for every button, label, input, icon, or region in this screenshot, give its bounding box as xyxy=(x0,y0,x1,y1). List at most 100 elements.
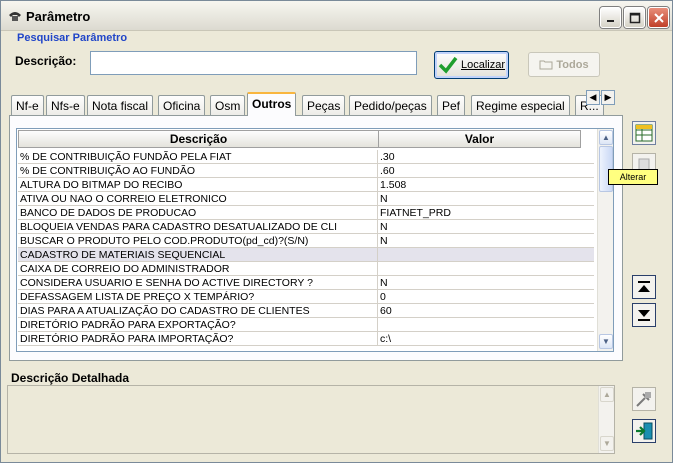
cell-valor: .30 xyxy=(380,151,395,163)
arrow-up-icon: ▲ xyxy=(603,390,611,399)
tab-regime-especial[interactable]: Regime especial xyxy=(471,95,570,116)
cell-descricao: % DE CONTRIBUIÇÃO AO FUNDÃO xyxy=(20,165,196,177)
column-separator xyxy=(377,262,378,276)
move-up-button[interactable] xyxy=(632,275,656,299)
arrow-down-icon: ▼ xyxy=(603,439,611,448)
column-separator xyxy=(377,220,378,234)
tab-nf-e[interactable]: Nf-e xyxy=(11,95,44,116)
tab-strip: Nf-e Nfs-e Nota fiscal Oficina Osm Outro… xyxy=(11,92,616,116)
maximize-icon xyxy=(629,12,640,23)
tab-label: Nota fiscal xyxy=(92,99,149,113)
table-row[interactable]: CAIXA DE CORREIO DO ADMINISTRADOR xyxy=(18,262,594,276)
memo-scroll-up-button[interactable]: ▲ xyxy=(600,387,614,402)
tab-scroll-right-button[interactable]: ▶ xyxy=(601,90,615,105)
table-row[interactable]: DIRETÓRIO PADRÃO PARA EXPORTAÇÃO? xyxy=(18,318,594,332)
exit-door-icon xyxy=(636,422,653,440)
column-header-valor[interactable]: Valor xyxy=(378,130,581,148)
outros-tab-panel: Descrição Valor % DE CONTRIBUIÇÃO FUNDÃO… xyxy=(9,115,623,361)
tab-label: Nf-e xyxy=(16,99,39,113)
scroll-up-button[interactable]: ▲ xyxy=(599,130,613,145)
scroll-down-button[interactable]: ▼ xyxy=(599,334,613,349)
column-separator xyxy=(377,290,378,304)
search-group-title: Pesquisar Parâmetro xyxy=(17,32,128,44)
table-row[interactable]: BUSCAR O PRODUTO PELO COD.PRODUTO(pd_cd)… xyxy=(18,234,594,248)
column-separator xyxy=(377,164,378,178)
memo-vertical-scrollbar[interactable]: ▲ ▼ xyxy=(598,386,614,453)
tools-icon xyxy=(636,392,651,407)
cell-valor: 1.508 xyxy=(380,179,407,191)
table-row[interactable]: ATIVA OU NAO O CORREIO ELETRONICO N xyxy=(18,192,594,206)
edit-table-icon xyxy=(635,124,653,142)
parameters-grid: Descrição Valor % DE CONTRIBUIÇÃO FUNDÃO… xyxy=(16,128,614,352)
table-row[interactable]: BANCO DE DADOS DE PRODUCAO FIATNET_PRD xyxy=(18,206,594,220)
cell-valor: 60 xyxy=(380,305,392,317)
table-row[interactable]: % DE CONTRIBUIÇÃO AO FUNDÃO .60 xyxy=(18,164,594,178)
alterar-tooltip: Alterar xyxy=(608,169,658,185)
minimize-button[interactable] xyxy=(600,7,621,28)
arrow-up-bar-icon xyxy=(638,281,650,292)
exit-button[interactable] xyxy=(632,419,656,443)
tab-label: Oficina xyxy=(163,99,201,113)
table-row[interactable]: BLOQUEIA VENDAS PARA CADASTRO DESATUALIZ… xyxy=(18,220,594,234)
tab-nota-fiscal[interactable]: Nota fiscal xyxy=(87,95,154,116)
close-button[interactable] xyxy=(648,7,669,28)
tab-pedido-pecas[interactable]: Pedido/peças xyxy=(349,95,432,116)
tab-outros[interactable]: Outros xyxy=(247,92,297,116)
cell-descricao: DIRETÓRIO PADRÃO PARA IMPORTAÇÃO? xyxy=(20,333,234,345)
cell-descricao: DIAS PARA A ATUALIZAÇÃO DO CADASTRO DE C… xyxy=(20,305,310,317)
descricao-detalhada-label: Descrição Detalhada xyxy=(11,371,130,385)
tab-label: Pedido/peças xyxy=(354,99,427,113)
table-row[interactable]: CADASTRO DE MATERIAIS SEQUENCIAL xyxy=(18,248,594,262)
cell-descricao: BUSCAR O PRODUTO PELO COD.PRODUTO(pd_cd)… xyxy=(20,235,309,247)
cell-valor: 0 xyxy=(380,291,386,303)
todos-button[interactable]: Todos xyxy=(528,52,600,77)
cell-descricao: BLOQUEIA VENDAS PARA CADASTRO DESATUALIZ… xyxy=(20,221,338,233)
table-row[interactable]: DIRETÓRIO PADRÃO PARA IMPORTAÇÃO? c:\ xyxy=(18,332,594,346)
tab-label: Regime especial xyxy=(476,99,565,113)
arrow-down-icon: ▼ xyxy=(602,337,610,346)
column-separator xyxy=(377,192,378,206)
maximize-button[interactable] xyxy=(624,7,645,28)
arrow-down-bar-icon xyxy=(638,310,650,321)
tab-pecas[interactable]: Peças xyxy=(302,95,346,116)
column-separator xyxy=(377,248,378,262)
tab-label: Peças xyxy=(307,99,341,113)
memo-scroll-down-button[interactable]: ▼ xyxy=(600,436,614,451)
grid-vertical-scrollbar[interactable]: ▲ ▼ xyxy=(597,129,613,351)
cell-valor: FIATNET_PRD xyxy=(380,207,451,219)
descricao-search-input[interactable] xyxy=(90,51,417,75)
telephone-icon xyxy=(9,12,21,21)
localizar-button[interactable]: Localizar xyxy=(434,51,509,79)
todos-label: Todos xyxy=(556,58,589,71)
content-area: Pesquisar Parâmetro Descrição: Localizar… xyxy=(5,31,668,460)
table-row[interactable]: DEFASSAGEM LISTA DE PREÇO X TEMPÁRIO? 0 xyxy=(18,290,594,304)
cell-valor: N xyxy=(380,277,388,289)
title-bar[interactable]: Parâmetro xyxy=(1,1,672,31)
cell-valor: N xyxy=(380,221,388,233)
disabled-tool-button[interactable] xyxy=(632,387,656,411)
cell-valor: N xyxy=(380,235,388,247)
tab-nfs-e[interactable]: Nfs-e xyxy=(46,95,85,116)
checkmark-icon xyxy=(438,56,458,74)
table-row[interactable]: % DE CONTRIBUIÇÃO FUNDÃO PELA FIAT .30 xyxy=(18,150,594,164)
column-header-descricao[interactable]: Descrição xyxy=(18,130,379,148)
tab-oficina[interactable]: Oficina xyxy=(158,95,206,116)
table-row[interactable]: ALTURA DO BITMAP DO RECIBO 1.508 xyxy=(18,178,594,192)
minimize-icon xyxy=(606,19,614,22)
arrow-left-icon: ◀ xyxy=(589,92,597,102)
alterar-button[interactable] xyxy=(632,121,656,145)
close-icon xyxy=(653,12,664,23)
column-separator xyxy=(377,304,378,318)
table-row[interactable]: CONSIDERA USUARIO E SENHA DO ACTIVE DIRE… xyxy=(18,276,594,290)
cell-descricao: CAIXA DE CORREIO DO ADMINISTRADOR xyxy=(20,263,230,275)
cell-valor: .60 xyxy=(380,165,395,177)
cell-descricao: CADASTRO DE MATERIAIS SEQUENCIAL xyxy=(20,249,226,261)
move-down-button[interactable] xyxy=(632,303,656,327)
descricao-detalhada-memo[interactable]: ▲ ▼ xyxy=(7,385,615,454)
table-row[interactable]: DIAS PARA A ATUALIZAÇÃO DO CADASTRO DE C… xyxy=(18,304,594,318)
tab-pef[interactable]: Pef xyxy=(437,95,466,116)
tab-osm[interactable]: Osm xyxy=(210,95,246,116)
cell-descricao: ALTURA DO BITMAP DO RECIBO xyxy=(20,179,183,191)
tab-scroll-left-button[interactable]: ◀ xyxy=(586,90,600,105)
cell-descricao: % DE CONTRIBUIÇÃO FUNDÃO PELA FIAT xyxy=(20,151,232,163)
